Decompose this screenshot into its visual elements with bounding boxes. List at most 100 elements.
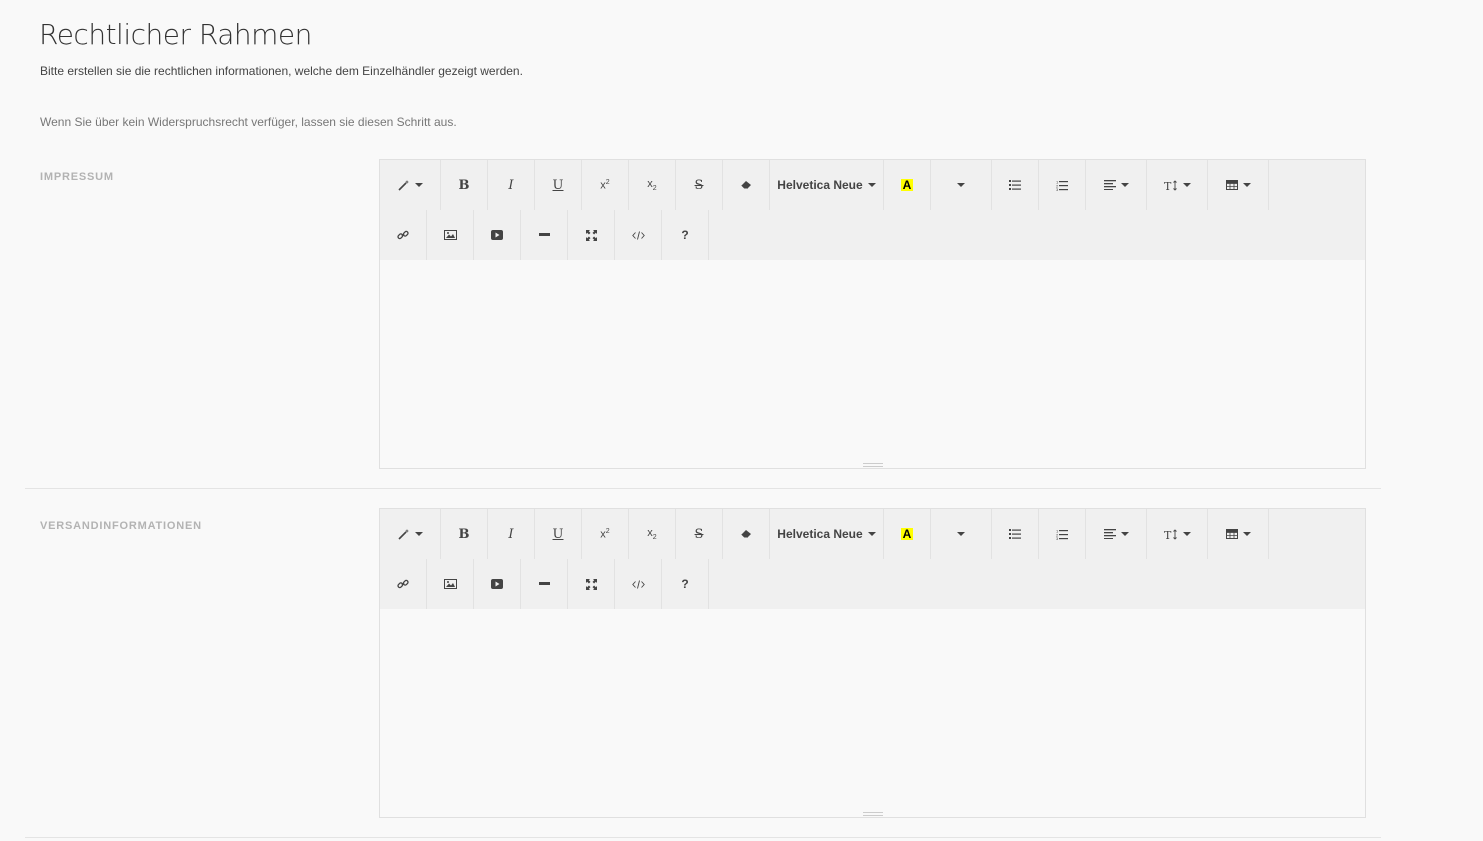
line-height-dropdown[interactable]: T xyxy=(1147,509,1208,559)
superscript-button[interactable]: x2 xyxy=(582,509,629,559)
color-dropdown-button[interactable] xyxy=(931,509,992,559)
strikethrough-button[interactable]: S xyxy=(676,509,723,559)
align-icon xyxy=(1103,180,1116,190)
paragraph-align-dropdown[interactable] xyxy=(1086,509,1147,559)
italic-button[interactable]: I xyxy=(488,509,535,559)
subscript-button[interactable]: x2 xyxy=(629,160,676,210)
page-subtitle: Bitte erstellen sie die rechtlichen info… xyxy=(40,64,523,78)
chevron-down-icon xyxy=(1182,532,1191,536)
section-label-versandinformationen: VERSANDINFORMATIONEN xyxy=(40,520,202,532)
code-view-button[interactable] xyxy=(615,559,662,609)
font-family-dropdown[interactable]: Helvetica Neue xyxy=(770,509,884,559)
unordered-list-button[interactable] xyxy=(992,160,1039,210)
code-view-button[interactable] xyxy=(615,210,662,260)
subscript-button[interactable]: x2 xyxy=(629,509,676,559)
strikethrough-icon: S xyxy=(694,526,704,542)
chevron-down-icon xyxy=(414,532,423,536)
table-icon xyxy=(1225,529,1238,539)
impressum-editor: B I U x2 x2 S Helvetica Neue A 123 T ? xyxy=(379,159,1366,469)
strikethrough-icon: S xyxy=(694,177,704,193)
chevron-down-icon xyxy=(957,183,965,187)
color-button[interactable]: A xyxy=(884,509,931,559)
chevron-down-icon xyxy=(867,183,876,187)
subscript-icon: x2 xyxy=(647,526,657,542)
fullscreen-button[interactable] xyxy=(568,210,615,260)
superscript-button[interactable]: x2 xyxy=(582,160,629,210)
italic-button[interactable]: I xyxy=(488,160,535,210)
hr-icon xyxy=(538,233,550,237)
page: Rechtlicher Rahmen Bitte erstellen sie d… xyxy=(0,0,1483,841)
help-button[interactable]: ? xyxy=(662,559,709,609)
underline-button[interactable]: U xyxy=(535,160,582,210)
table-dropdown[interactable] xyxy=(1208,160,1269,210)
help-button[interactable]: ? xyxy=(662,210,709,260)
style-button[interactable] xyxy=(380,160,441,210)
chevron-down-icon xyxy=(1182,183,1191,187)
resize-handle[interactable] xyxy=(862,463,883,467)
bold-button[interactable]: B xyxy=(441,160,488,210)
versandinformationen-editor: B I U x2 x2 S Helvetica Neue A 123 T ? xyxy=(379,508,1366,818)
horizontal-rule-button[interactable] xyxy=(521,210,568,260)
page-note: Wenn Sie über kein Widerspruchsrecht ver… xyxy=(40,115,457,129)
insert-video-button[interactable] xyxy=(474,210,521,260)
strikethrough-button[interactable]: S xyxy=(676,160,723,210)
chevron-down-icon xyxy=(414,183,423,187)
impressum-text-area[interactable] xyxy=(380,260,1365,468)
chevron-down-icon xyxy=(867,532,876,536)
insert-video-button[interactable] xyxy=(474,559,521,609)
font-family-label: Helvetica Neue xyxy=(777,527,863,541)
video-icon xyxy=(491,579,503,589)
table-icon xyxy=(1225,180,1238,190)
svg-text:T: T xyxy=(1164,180,1172,191)
toolbar-row-2: ? xyxy=(380,559,1365,609)
list-ol-icon: 123 xyxy=(1056,180,1068,191)
code-icon xyxy=(631,230,645,240)
paragraph-align-dropdown[interactable] xyxy=(1086,160,1147,210)
section-divider xyxy=(25,837,1381,838)
link-button[interactable] xyxy=(380,210,427,260)
editor-toolbar: B I U x2 x2 S Helvetica Neue A 123 T ? xyxy=(380,160,1365,260)
link-button[interactable] xyxy=(380,559,427,609)
color-button[interactable]: A xyxy=(884,160,931,210)
list-ol-icon: 123 xyxy=(1056,529,1068,540)
ordered-list-button[interactable]: 123 xyxy=(1039,160,1086,210)
page-title: Rechtlicher Rahmen xyxy=(39,18,312,51)
font-family-dropdown[interactable]: Helvetica Neue xyxy=(770,160,884,210)
toolbar-row-1: B I U x2 x2 S Helvetica Neue A 123 T xyxy=(380,160,1365,210)
versandinformationen-text-area[interactable] xyxy=(380,609,1365,817)
subscript-icon: x2 xyxy=(647,177,657,193)
magic-icon xyxy=(397,528,410,540)
section-label-impressum: IMPRESSUM xyxy=(40,171,114,183)
editor-toolbar: B I U x2 x2 S Helvetica Neue A 123 T ? xyxy=(380,509,1365,609)
horizontal-rule-button[interactable] xyxy=(521,559,568,609)
fullscreen-icon xyxy=(585,229,597,241)
highlight-color-icon: A xyxy=(900,178,914,192)
line-height-dropdown[interactable]: T xyxy=(1147,160,1208,210)
ordered-list-button[interactable]: 123 xyxy=(1039,509,1086,559)
text-height-icon: T xyxy=(1164,529,1178,540)
insert-image-button[interactable] xyxy=(427,559,474,609)
chevron-down-icon xyxy=(1242,183,1251,187)
magic-icon xyxy=(397,179,410,191)
toolbar-row-1: B I U x2 x2 S Helvetica Neue A 123 T xyxy=(380,509,1365,559)
clear-format-button[interactable] xyxy=(723,160,770,210)
fullscreen-button[interactable] xyxy=(568,559,615,609)
align-icon xyxy=(1103,529,1116,539)
unordered-list-button[interactable] xyxy=(992,509,1039,559)
underline-button[interactable]: U xyxy=(535,509,582,559)
eraser-icon xyxy=(740,529,752,539)
fullscreen-icon xyxy=(585,578,597,590)
font-family-label: Helvetica Neue xyxy=(777,178,863,192)
style-button[interactable] xyxy=(380,509,441,559)
code-icon xyxy=(631,579,645,589)
link-icon xyxy=(397,578,409,590)
clear-format-button[interactable] xyxy=(723,509,770,559)
hr-icon xyxy=(538,582,550,586)
list-ul-icon xyxy=(1009,529,1021,539)
bold-button[interactable]: B xyxy=(441,509,488,559)
table-dropdown[interactable] xyxy=(1208,509,1269,559)
resize-handle[interactable] xyxy=(862,812,883,816)
svg-text:3: 3 xyxy=(1056,187,1059,191)
insert-image-button[interactable] xyxy=(427,210,474,260)
color-dropdown-button[interactable] xyxy=(931,160,992,210)
